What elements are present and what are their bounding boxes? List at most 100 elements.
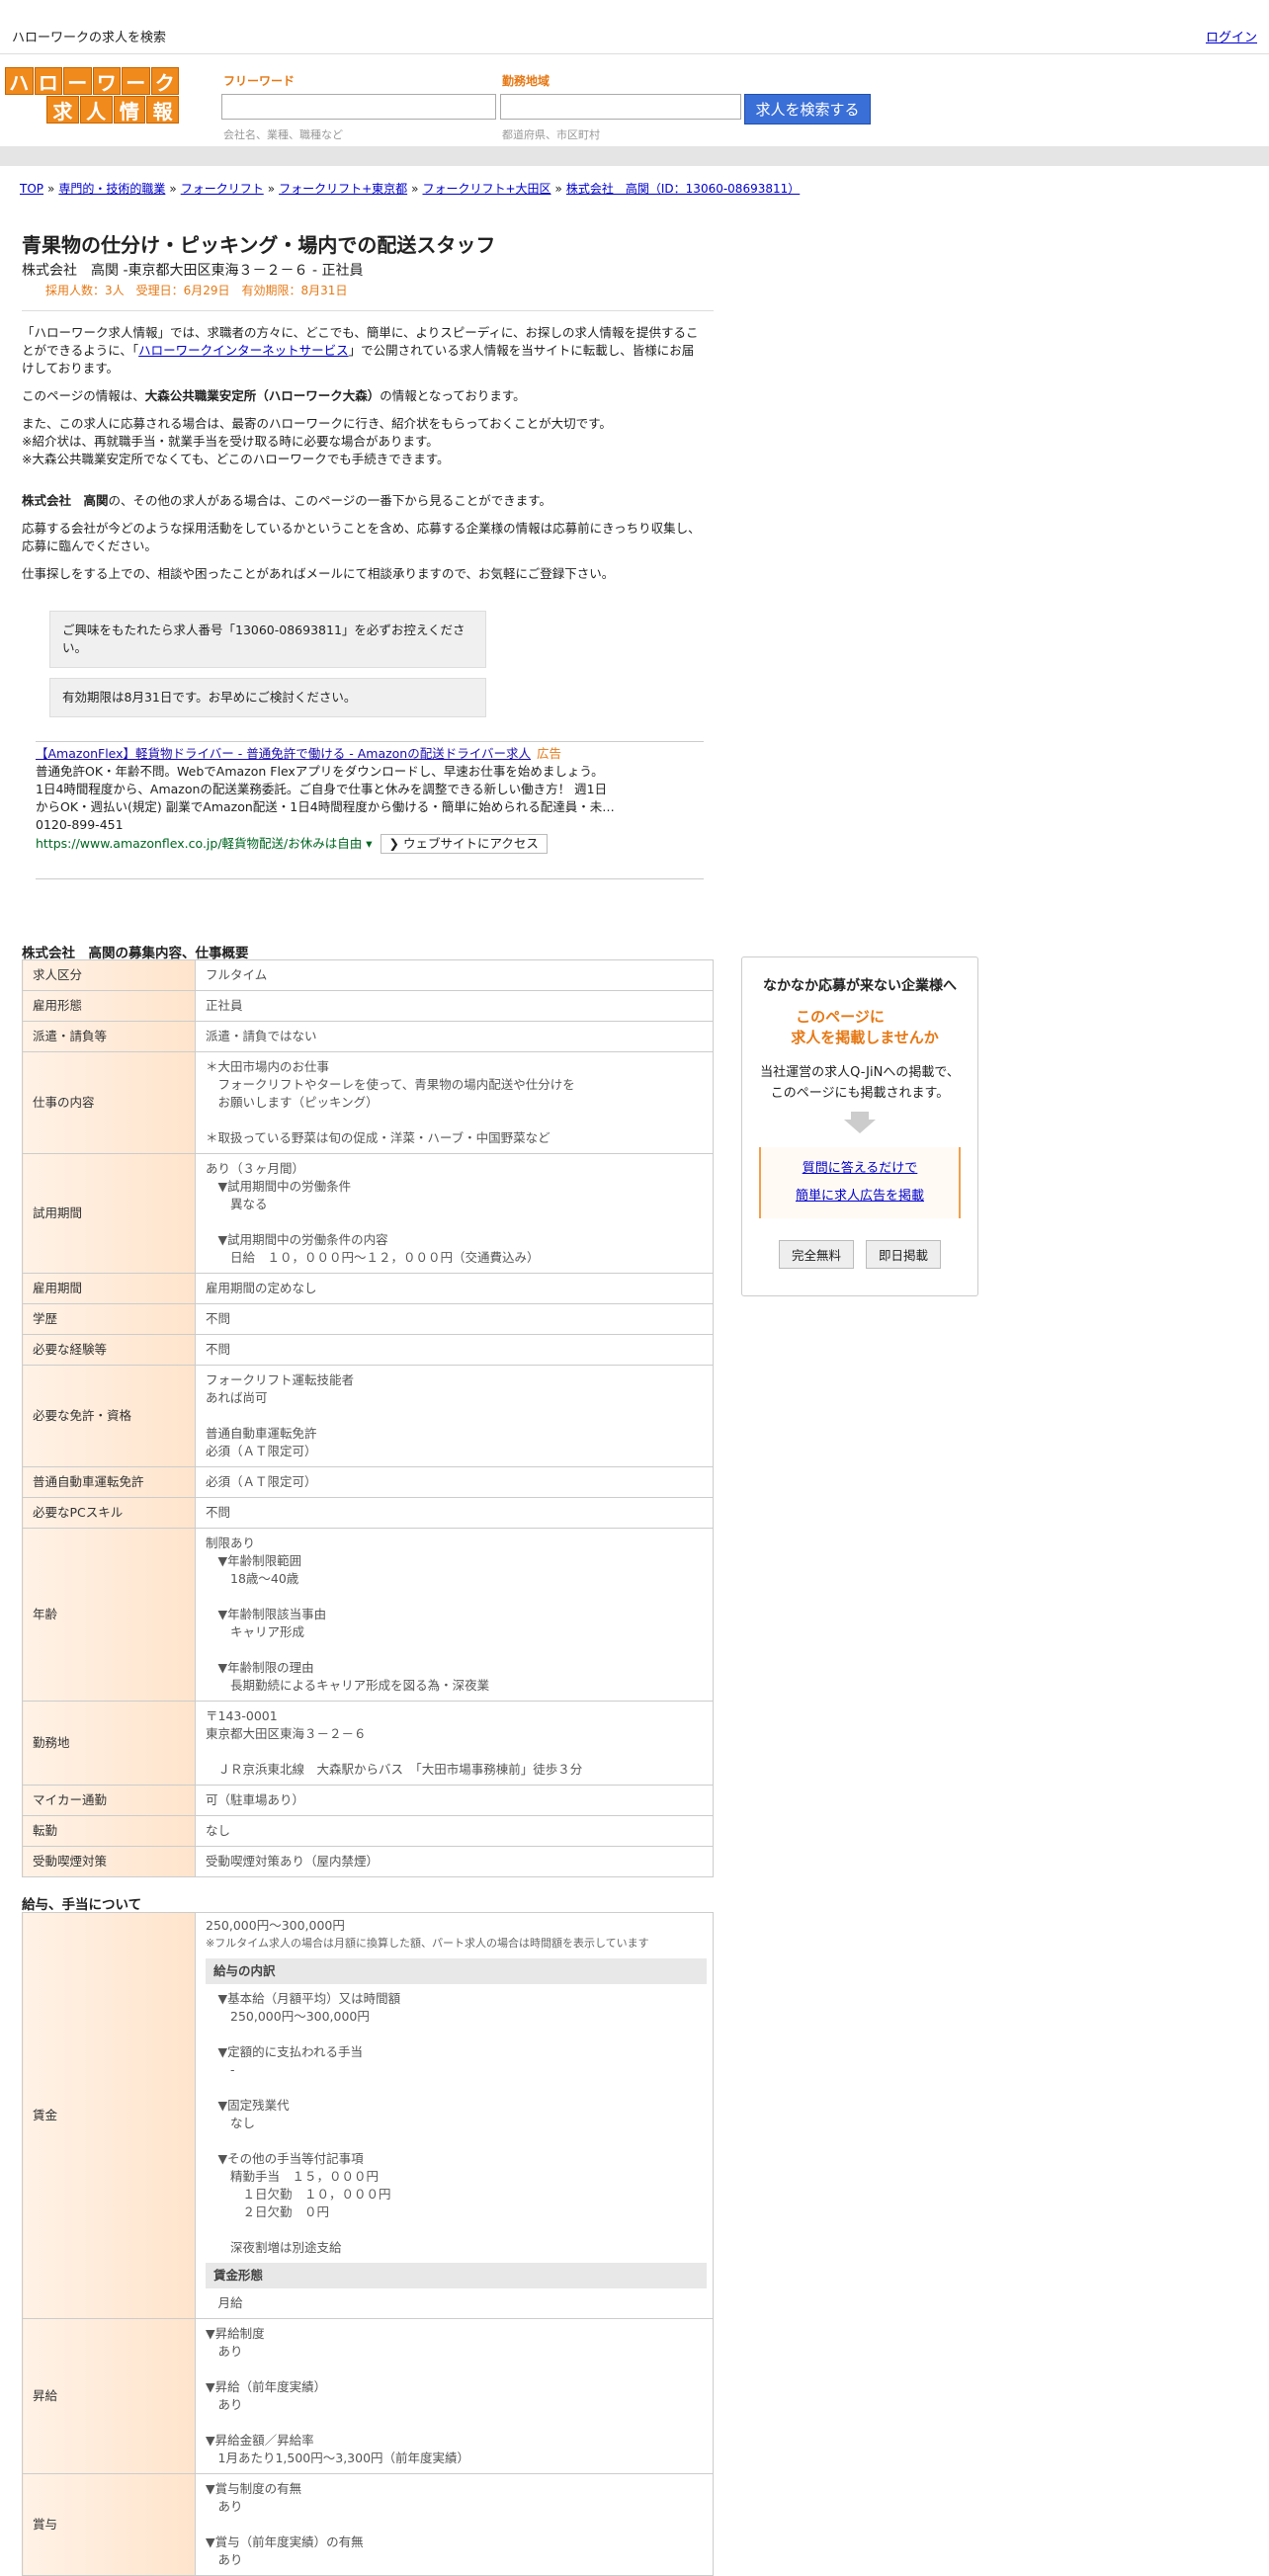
- row-key: 雇用期間: [22, 1273, 196, 1304]
- same-day-badge[interactable]: 即日掲載: [866, 1240, 942, 1269]
- breadcrumb-link[interactable]: フォークリフト+大田区: [422, 182, 550, 196]
- table-row: 雇用期間 雇用期間の定めなし: [22, 1273, 714, 1304]
- logo-char: 人: [79, 96, 113, 124]
- login-link[interactable]: ログイン: [1206, 27, 1257, 45]
- table-row: 派遣・請負等 派遣・請負ではない: [22, 1021, 714, 1052]
- row-value: 〒143-0001 東京都大田区東海３－２－６ ＪＲ京浜東北線 大森駅からバス …: [195, 1701, 714, 1786]
- row-key: 必要なPCスキル: [22, 1497, 196, 1529]
- row-value: 250,000円〜300,000円 ※フルタイム求人の場合は月額に換算した額、パ…: [195, 1912, 714, 2319]
- salary-table: 賃金 250,000円〜300,000円 ※フルタイム求人の場合は月額に換算した…: [22, 1912, 714, 2576]
- intro-p6: 仕事探しをする上での、相談や困ったことがあればメールにて相談承りますので、お気軽…: [22, 566, 615, 581]
- table-row: 賃金 250,000円〜300,000円 ※フルタイム求人の場合は月額に換算した…: [22, 1912, 714, 2319]
- ad-url[interactable]: https://www.amazonflex.co.jp/軽貨物配送/お休みは自…: [36, 836, 362, 851]
- promo-headline-1: このページに: [796, 1008, 885, 1026]
- hellowork-service-link[interactable]: ハローワークインターネットサービス: [138, 343, 349, 358]
- breadcrumb-link[interactable]: TOP: [20, 182, 43, 196]
- salary-heading: 給与、手当について: [22, 1897, 142, 1913]
- breadcrumb-separator: »: [554, 182, 562, 196]
- wage-range: 250,000円〜300,000円: [206, 1918, 345, 1933]
- row-value: ＊大田市場内のお仕事 フォークリフトやターレを使って、青果物の場内配送や仕分けを…: [195, 1051, 714, 1154]
- row-value: 正社員: [195, 990, 714, 1022]
- intro-p4: の、その他の求人がある場合は、このページの一番下から見ることができます。: [108, 493, 552, 508]
- job-meta: 採用人数：3人 受理日：6月29日 有効期限：8月31日: [45, 284, 348, 297]
- table-row: 賞与 ▼賞与制度の有無 あり ▼賞与（前年度実績）の有無 あり: [22, 2473, 714, 2576]
- row-key: 昇給: [22, 2318, 196, 2474]
- employer-promo-box: なかなか応募が来ない企業様へ このページに 求人を掲載しませんか 当社運営の求人…: [741, 956, 978, 1296]
- table-row: 普通自動車運転免許 必須（ＡＴ限定可）: [22, 1466, 714, 1498]
- table-row: 勤務地 〒143-0001 東京都大田区東海３－２－６ ＪＲ京浜東北線 大森駅から…: [22, 1701, 714, 1786]
- logo-char: ー: [63, 67, 92, 95]
- arrow-down-icon-stem: [851, 1112, 869, 1120]
- ad-body-3: からOK・週払い(規定) 副業でAmazon配送・1日4時間程度から働ける・簡単…: [36, 799, 615, 814]
- area-input[interactable]: [500, 94, 741, 120]
- row-key: 必要な免許・資格: [22, 1365, 196, 1467]
- row-value: 不問: [195, 1303, 714, 1335]
- area-hint: 都道府県、市区町村: [502, 128, 600, 141]
- freeword-hint: 会社名、業種、職種など: [223, 128, 343, 141]
- table-row: 転勤 なし: [22, 1815, 714, 1847]
- breakdown-head: 給与の内訳: [206, 1958, 707, 1984]
- freeword-label: フリーワード: [223, 74, 296, 88]
- logo-char: 報: [146, 96, 179, 124]
- search-button[interactable]: 求人を検索する: [744, 94, 871, 125]
- table-row: マイカー通勤 可（駐車場あり）: [22, 1785, 714, 1816]
- table-row: 試用期間 あり（３ヶ月間） ▼試用期間中の労働条件 異なる ▼試用期間中の労働条件…: [22, 1153, 714, 1274]
- row-value: 受動喫煙対策あり（屋内禁煙）: [195, 1846, 714, 1877]
- company-name: 株式会社 高関: [22, 493, 109, 508]
- breadcrumb: TOP» 専門的・技術的職業» フォークリフト» フォークリフト+東京都» フォークリフ…: [20, 180, 800, 197]
- breadcrumb-link[interactable]: 専門的・技術的職業: [58, 182, 165, 196]
- free-badge[interactable]: 完全無料: [778, 1240, 854, 1269]
- freeword-input[interactable]: [221, 94, 496, 120]
- site-logo[interactable]: ハローワーク 求人情報: [5, 67, 179, 125]
- visit-website-button[interactable]: ❯ ウェブサイトにアクセス: [380, 834, 548, 854]
- site-title: ハローワークの求人を検索: [12, 31, 167, 45]
- expiry-note: 有効期限は8月31日です。お早めにご検討ください。: [49, 678, 486, 717]
- office-name: 大森公共職業安定所（ハローワーク大森）: [144, 388, 381, 403]
- breadcrumb-separator: »: [47, 182, 55, 196]
- promo-link-2[interactable]: 簡単に求人広告を掲載: [796, 1189, 924, 1204]
- breadcrumb-link[interactable]: フォークリフト+東京都: [279, 182, 407, 196]
- row-key: マイカー通勤: [22, 1785, 196, 1816]
- ad-phone: 0120-899-451: [36, 817, 124, 832]
- job-title: 青果物の仕分け・ピッキング・場内での配送スタッフ: [22, 233, 496, 257]
- breadcrumb-separator: »: [267, 182, 276, 196]
- ad-block: 【AmazonFlex】軽貨物ドライバー - 普通免許で働ける - Amazon…: [36, 745, 708, 854]
- logo-char: ワ: [92, 67, 121, 95]
- intro-p5: 応募する会社が今どのような採用活動をしているかということを含め、応募する企業様の…: [22, 521, 701, 553]
- row-value: 必須（ＡＴ限定可）: [195, 1466, 714, 1498]
- promo-headline: このページに 求人を掲載しませんか: [742, 1007, 977, 1048]
- logo-char: 求: [46, 96, 79, 124]
- overview-table: 求人区分 フルタイム 雇用形態 正社員 派遣・請負等 派遣・請負ではない 仕事の内容 ＊大田市…: [22, 959, 714, 1877]
- table-row: 雇用形態 正社員: [22, 990, 714, 1022]
- row-key: 転勤: [22, 1815, 196, 1847]
- table-row: 仕事の内容 ＊大田市場内のお仕事 フォークリフトやターレを使って、青果物の場内配送…: [22, 1051, 714, 1154]
- divider: [36, 741, 704, 742]
- table-row: 昇給 ▼昇給制度 あり ▼昇給（前年度実績） あり ▼昇給金額／昇給率 1月あた…: [22, 2318, 714, 2474]
- visit-website-label: ウェブサイトにアクセス: [402, 836, 539, 851]
- logo-char: ー: [122, 67, 150, 95]
- ad-title-link[interactable]: 【AmazonFlex】軽貨物ドライバー - 普通免許で働ける - Amazon…: [36, 746, 531, 761]
- intro-p2: このページの情報は、: [22, 388, 145, 403]
- row-key: 賃金: [22, 1912, 196, 2319]
- row-value: 派遣・請負ではない: [195, 1021, 714, 1052]
- row-value: 制限あり ▼年齢制限範囲 18歳～40歳 ▼年齢制限該当事由 キャリア形成 ▼年…: [195, 1528, 714, 1702]
- row-key: 派遣・請負等: [22, 1021, 196, 1052]
- row-value: 雇用期間の定めなし: [195, 1273, 714, 1304]
- intro-p3-note2: ※大森公共職業安定所でなくても、どこのハローワークでも手続きできます。: [22, 452, 450, 466]
- intro-p2-cont: の情報となっております。: [380, 388, 526, 403]
- row-value: フォークリフト運転技能者 あれば尚可 普通自動車運転免許 必須（ＡＴ限定可）: [195, 1365, 714, 1467]
- promo-text: 当社運営の求人Q-JiNへの掲載で、 このページにも掲載されます。: [742, 1062, 977, 1104]
- top-bar: ハローワークの求人を検索 ログイン: [0, 0, 1269, 54]
- logo-char: 情: [113, 96, 146, 124]
- row-value: 可（駐車場あり）: [195, 1785, 714, 1816]
- table-row: 必要な免許・資格 フォークリフト運転技能者 あれば尚可 普通自動車運転免許 必須（…: [22, 1365, 714, 1467]
- breadcrumb-link[interactable]: 株式会社 高関（ID：13060-08693811）: [566, 182, 800, 196]
- logo-char: ロ: [34, 67, 62, 95]
- promo-link-1[interactable]: 質問に答えるだけで: [803, 1161, 918, 1176]
- table-row: 学歴 不問: [22, 1303, 714, 1335]
- chevron-down-icon[interactable]: ▾: [366, 836, 372, 851]
- row-value: あり（３ヶ月間） ▼試用期間中の労働条件 異なる ▼試用期間中の労働条件の内容 …: [195, 1153, 714, 1274]
- breadcrumb-link[interactable]: フォークリフト: [181, 182, 264, 196]
- row-value: 不問: [195, 1334, 714, 1366]
- intro-text: 「ハローワーク求人情報」では、求職者の方々に、どこでも、簡単に、よりスピーディに…: [22, 324, 704, 593]
